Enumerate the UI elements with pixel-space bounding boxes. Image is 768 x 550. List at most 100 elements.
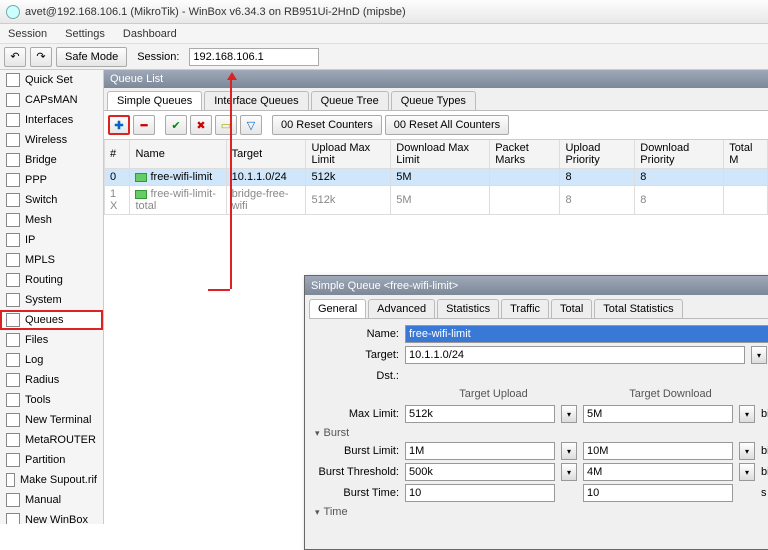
maxlimit-dl-input[interactable] [583, 405, 733, 423]
routing-icon [6, 273, 20, 287]
manual-icon [6, 493, 20, 507]
col-header[interactable]: Total M [724, 140, 768, 169]
dialog-titlebar[interactable]: Simple Queue <free-wifi-limit> ─ □ ✕ [305, 276, 768, 295]
burstlimit-dl-input[interactable] [583, 442, 733, 460]
dialog-tab-advanced[interactable]: Advanced [368, 299, 435, 318]
sidebar-item-radius[interactable]: Radius [0, 370, 103, 390]
col-header[interactable]: Upload Max Limit [306, 140, 391, 169]
chevron-down-icon[interactable]: ▾ [561, 463, 577, 481]
sidebar-item-new-winbox[interactable]: New WinBox [0, 510, 103, 524]
sidebar-item-queues[interactable]: Queues [0, 310, 103, 330]
part-icon [6, 453, 20, 467]
sidebar-item-label: Manual [25, 494, 61, 506]
mesh-icon [6, 213, 20, 227]
sidebar-item-quick-set[interactable]: Quick Set [0, 70, 103, 90]
col-header[interactable]: Packet Marks [490, 140, 560, 169]
add-button[interactable]: ✚ [108, 115, 130, 135]
chevron-down-icon[interactable]: ▾ [561, 405, 577, 423]
bursttime-ul-input[interactable] [405, 484, 555, 502]
filter-button[interactable]: ▽ [240, 115, 262, 135]
sidebar-item-switch[interactable]: Switch [0, 190, 103, 210]
sidebar: Quick SetCAPsMANInterfacesWireless Bridge… [0, 70, 104, 524]
sidebar-item-log[interactable]: Log [0, 350, 103, 370]
cell: 5M [391, 169, 490, 186]
redo-button[interactable]: ↷ [30, 47, 52, 67]
sidebar-item-new-terminal[interactable]: New Terminal [0, 410, 103, 430]
sidebar-item-ppp[interactable]: PPP [0, 170, 103, 190]
menu-session[interactable]: Session [8, 28, 47, 40]
col-header[interactable]: Target [226, 140, 306, 169]
sidebar-item-label: Bridge [25, 154, 57, 166]
menu-settings[interactable]: Settings [65, 28, 105, 40]
time-section[interactable]: Time [315, 506, 768, 518]
session-input[interactable] [189, 48, 319, 66]
table-row[interactable]: 1 Xfree-wifi-limit-totalbridge-free-wifi… [105, 186, 768, 215]
sidebar-item-mpls[interactable]: MPLS [0, 250, 103, 270]
ip-icon [6, 233, 20, 247]
col-header[interactable]: Name [130, 140, 226, 169]
burstthresh-dl-input[interactable] [583, 463, 733, 481]
tab-queue-tree[interactable]: Queue Tree [311, 91, 389, 110]
chevron-down-icon[interactable]: ▾ [561, 442, 577, 460]
reset-all-counters-button[interactable]: 00 Reset All Counters [385, 115, 509, 135]
sidebar-item-partition[interactable]: Partition [0, 450, 103, 470]
tab-queue-types[interactable]: Queue Types [391, 91, 476, 110]
safemode-button[interactable]: Safe Mode [56, 47, 127, 67]
switch-icon [6, 193, 20, 207]
reset-counters-button[interactable]: 00 Reset Counters [272, 115, 382, 135]
sidebar-item-tools[interactable]: Tools [0, 390, 103, 410]
undo-button[interactable]: ↶ [4, 47, 26, 67]
col-header[interactable]: # [105, 140, 130, 169]
disable-button[interactable]: ✖ [190, 115, 212, 135]
col-header[interactable]: Download Priority [635, 140, 724, 169]
sidebar-item-interfaces[interactable]: Interfaces [0, 110, 103, 130]
table-row[interactable]: 0free-wifi-limit10.1.1.0/24512k5M88 [105, 169, 768, 186]
maxlimit-ul-input[interactable] [405, 405, 555, 423]
dialog-tabs: GeneralAdvancedStatisticsTrafficTotalTot… [309, 299, 768, 319]
chevron-down-icon[interactable]: ▾ [739, 442, 755, 460]
sidebar-item-routing[interactable]: Routing [0, 270, 103, 290]
tools-icon [6, 393, 20, 407]
dialog-tab-total-statistics[interactable]: Total Statistics [594, 299, 682, 318]
target-dropdown-icon[interactable]: ▾ [751, 346, 767, 364]
burstthresh-ul-input[interactable] [405, 463, 555, 481]
enable-button[interactable]: ✔ [165, 115, 187, 135]
dialog-tab-traffic[interactable]: Traffic [501, 299, 549, 318]
cell: free-wifi-limit-total [130, 186, 226, 215]
comment-button[interactable]: ▭ [215, 115, 237, 135]
remove-button[interactable]: ━ [133, 115, 155, 135]
dialog-tab-statistics[interactable]: Statistics [437, 299, 499, 318]
menu-dashboard[interactable]: Dashboard [123, 28, 177, 40]
sidebar-item-make-supout.rif[interactable]: Make Supout.rif [0, 470, 103, 490]
sidebar-item-files[interactable]: Files [0, 330, 103, 350]
col-header[interactable]: Upload Priority [560, 140, 635, 169]
sidebar-item-capsman[interactable]: CAPsMAN [0, 90, 103, 110]
sidebar-item-label: IP [25, 234, 35, 246]
dialog-tab-total[interactable]: Total [551, 299, 592, 318]
dialog-tab-general[interactable]: General [309, 299, 366, 318]
iface-icon [6, 113, 20, 127]
tab-simple-queues[interactable]: Simple Queues [107, 91, 202, 110]
bursttime-dl-input[interactable] [583, 484, 733, 502]
sidebar-item-metarouter[interactable]: MetaROUTER [0, 430, 103, 450]
chevron-down-icon[interactable]: ▾ [739, 405, 755, 423]
main-toolbar: ↶ ↷ Safe Mode Session: [0, 44, 768, 70]
sidebar-item-manual[interactable]: Manual [0, 490, 103, 510]
cell: 8 [635, 186, 724, 215]
name-input[interactable] [405, 325, 768, 343]
sidebar-item-bridge[interactable]: Bridge [0, 150, 103, 170]
target-input[interactable] [405, 346, 745, 364]
sidebar-item-label: Tools [25, 394, 51, 406]
tab-interface-queues[interactable]: Interface Queues [204, 91, 308, 110]
sidebar-item-system[interactable]: System [0, 290, 103, 310]
col-header[interactable]: Download Max Limit [391, 140, 490, 169]
bridge-icon [6, 153, 20, 167]
caps-icon [6, 93, 20, 107]
burstlimit-ul-input[interactable] [405, 442, 555, 460]
sidebar-item-mesh[interactable]: Mesh [0, 210, 103, 230]
chevron-down-icon[interactable]: ▾ [739, 463, 755, 481]
sidebar-item-wireless[interactable]: Wireless [0, 130, 103, 150]
burst-section[interactable]: Burst [315, 427, 768, 439]
sidebar-item-ip[interactable]: IP [0, 230, 103, 250]
target-download-header: Target Download [582, 388, 759, 400]
